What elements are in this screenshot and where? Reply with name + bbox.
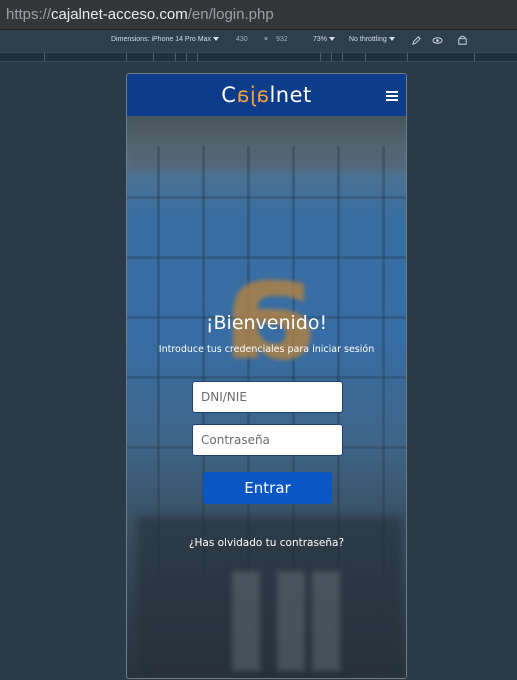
url-scheme: https:// [6,6,52,23]
ruler-tick [153,53,154,61]
welcome-title: ¡Bienvenido! [205,312,328,334]
hamburger-icon[interactable] [386,91,398,101]
ruler-tick [126,53,127,61]
device-dimensions-label: Dimensions: iPhone 14 Pro Max [111,36,211,43]
dni-input[interactable] [192,381,343,413]
site-header: Cajalnet [127,74,406,116]
site-logo[interactable]: Cajalnet [221,83,312,107]
ruler-tick [175,53,176,61]
logo-mirror: aja [236,83,270,107]
submit-button[interactable]: Entrar [203,472,332,504]
throttling-select[interactable]: No throttling [349,36,395,43]
dimension-separator: × [264,36,269,43]
chevron-down-icon [213,37,219,42]
rotate-icon[interactable] [457,35,468,46]
device-width-input[interactable]: 430 [236,36,248,43]
device-height-input[interactable]: 932 [276,36,288,43]
logo-suffix: lnet [269,83,312,107]
login-subtitle: Introduce tus credenciales para iniciar … [158,344,375,355]
zoom-select[interactable]: 73% [313,36,336,43]
pen-icon[interactable] [411,35,422,46]
logo-prefix: C [221,83,237,107]
url-text[interactable]: https://cajalnet-acceso.com/en/login.php [6,6,274,23]
device-ruler [0,52,517,62]
ruler-tick [365,53,366,61]
chevron-down-icon [329,37,336,42]
chevron-down-icon [388,37,395,42]
ruler-tick [474,53,475,61]
ruler-tick [342,53,343,61]
device-toolbar: Dimensions: iPhone 14 Pro Max 430 × 932 … [0,30,517,52]
throttling-label: No throttling [349,36,387,43]
url-host: cajalnet-acceso.com [51,6,188,23]
ruler-tick [44,53,45,61]
eye-icon[interactable] [432,35,443,46]
ruler-tick [197,53,198,61]
device-viewport: Cajalnet a ¡Bienvenido! Introduce tus cr… [126,73,407,679]
url-path: /en/login.php [187,6,274,23]
zoom-label: 73% [313,36,328,43]
device-dimensions-select[interactable]: Dimensions: iPhone 14 Pro Max [111,36,219,43]
ruler-tick [331,53,332,61]
ruler-tick [320,53,321,61]
address-bar[interactable]: https://cajalnet-acceso.com/en/login.php [0,0,517,30]
ruler-tick [186,53,187,61]
ruler-tick [407,53,408,61]
forgot-password-link[interactable]: ¿Has olvidado tu contraseña? [127,537,406,549]
password-input[interactable] [192,424,343,456]
